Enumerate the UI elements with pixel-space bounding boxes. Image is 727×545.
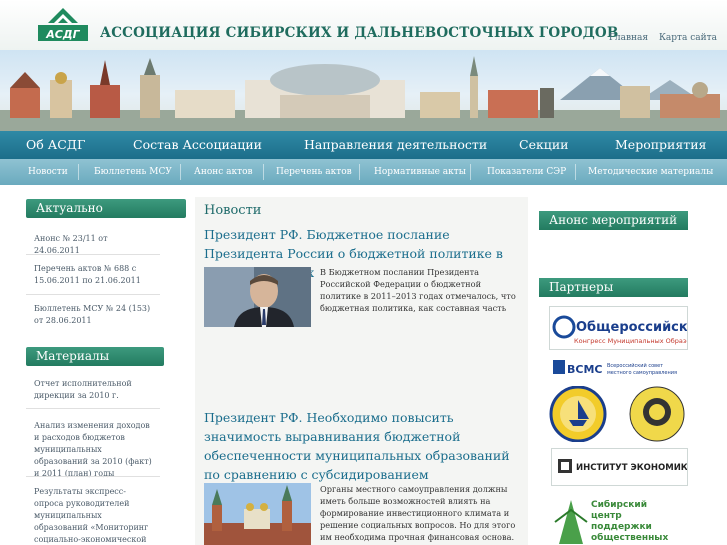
partner-iue-logo[interactable]: ИНСТИТУТ ЭКОНОМИКИ ГОРОДА (551, 448, 688, 486)
svg-text:Сибирский: Сибирский (591, 499, 647, 510)
materials-heading: Материалы (26, 347, 164, 366)
top-links: Главная Карта сайта (601, 33, 717, 43)
menu-members[interactable]: Состав Ассоциации (133, 131, 262, 159)
article-text-continued (204, 314, 524, 386)
sitemap-link[interactable]: Карта сайта (659, 33, 717, 43)
article-title[interactable]: Президент РФ. Необходимо повысить значим… (204, 408, 524, 484)
divider (26, 476, 160, 477)
menu-events[interactable]: Мероприятия (615, 131, 706, 159)
siberian-center-logo-image: Сибирский центр поддержки общественных (554, 499, 668, 544)
submenu-ser-indicators[interactable]: Показатели СЭР (487, 159, 566, 185)
svg-text:ВСМС: ВСМС (567, 363, 602, 376)
kremlin-image (204, 483, 311, 545)
sub-menu: Новости Бюллетень МСУ Анонс актов Перече… (0, 159, 727, 185)
submenu-divider (263, 164, 264, 180)
divider (26, 294, 160, 295)
partner-emblem-2[interactable] (628, 386, 686, 442)
submenu-normative-acts[interactable]: Нормативные акты (374, 159, 466, 185)
menu-directions[interactable]: Направления деятельности (304, 131, 487, 159)
okmo-logo-image: Общероссийский Конгресс Муниципальных Об… (552, 315, 688, 345)
news-panel: Новости Президент РФ. Бюджетное послание… (195, 197, 528, 545)
divider (26, 254, 160, 255)
submenu-methodical[interactable]: Методические материалы (588, 159, 713, 185)
submenu-acts-announce[interactable]: Анонс актов (194, 159, 253, 185)
menu-about[interactable]: Об АСДГ (26, 131, 85, 159)
submenu-divider (78, 164, 79, 180)
news-heading: Новости (204, 203, 262, 218)
svg-text:Конгресс Муниципальных Образов: Конгресс Муниципальных Образований (574, 337, 688, 345)
submenu-divider (359, 164, 360, 180)
svg-text:центр: центр (591, 511, 622, 521)
site-header: АСДГ АССОЦИАЦИЯ СИБИРСКИХ И ДАЛЬНЕВОСТОЧ… (0, 0, 727, 50)
actual-item[interactable]: Бюллетень МСУ № 24 (153) от 28.06.2011 (34, 303, 159, 327)
submenu-divider (470, 164, 471, 180)
article-text: Органы местного самоуправления должны им… (320, 484, 516, 545)
materials-item[interactable]: Отчет исполнительной дирекции за 2010 г. (34, 378, 154, 402)
divider (26, 408, 160, 409)
actual-heading: Актуально (26, 199, 186, 218)
submenu-acts-list[interactable]: Перечень актов (276, 159, 352, 185)
svg-text:поддержки: поддержки (591, 522, 652, 532)
asdg-logo[interactable]: АСДГ (34, 6, 92, 46)
partners-heading: Партнеры (539, 278, 688, 297)
union-emblem-image (629, 386, 685, 442)
partner-okmo-logo[interactable]: Общероссийский Конгресс Муниципальных Об… (549, 306, 688, 350)
partner-vsms-logo[interactable]: ВСМС Всероссийский совет местного самоуп… (549, 356, 688, 380)
city-banner (0, 50, 727, 131)
iue-logo-image: ИНСТИТУТ ЭКОНОМИКИ ГОРОДА (558, 459, 688, 473)
vsms-logo-image: ВСМС Всероссийский совет местного самоуп… (553, 360, 677, 376)
submenu-news[interactable]: Новости (28, 159, 68, 185)
ship-emblem-image (549, 386, 607, 442)
menu-sections[interactable]: Секции (519, 131, 568, 159)
article-photo[interactable] (204, 483, 311, 545)
svg-text:ИНСТИТУТ ЭКОНОМИКИ ГОРОДА: ИНСТИТУТ ЭКОНОМИКИ ГОРОДА (576, 463, 688, 473)
article-text: В Бюджетном послании Президента Российск… (320, 267, 516, 313)
svg-text:АСДГ: АСДГ (45, 28, 80, 41)
article-text-wrap: В Бюджетном послании Президента Российск… (320, 266, 524, 314)
submenu-divider (575, 164, 576, 180)
svg-text:общественных: общественных (591, 532, 668, 543)
main-menu: Об АСДГ Состав Ассоциации Направления де… (0, 131, 727, 159)
home-link[interactable]: Главная (609, 33, 648, 43)
svg-text:местного самоуправления: местного самоуправления (607, 370, 677, 376)
actual-item[interactable]: Перечень актов № 688 с 15.06.2011 по 21.… (34, 263, 159, 287)
city-panorama-image (0, 56, 727, 131)
events-announce-heading: Анонс мероприятий (539, 211, 688, 230)
materials-item[interactable]: Результаты экспресс-опроса руководителей… (34, 486, 154, 545)
partner-emblem-1[interactable] (549, 386, 607, 442)
svg-text:Общероссийский: Общероссийский (576, 320, 688, 335)
site-title: АССОЦИАЦИЯ СИБИРСКИХ И ДАЛЬНЕВОСТОЧНЫХ Г… (100, 25, 619, 41)
materials-item[interactable]: Анализ изменения доходов и расходов бюдж… (34, 420, 154, 480)
submenu-bulletin[interactable]: Бюллетень МСУ (94, 159, 172, 185)
svg-text:Всероссийский совет: Всероссийский совет (607, 362, 663, 369)
submenu-divider (180, 164, 181, 180)
partner-siberian-center-logo[interactable]: Сибирский центр поддержки общественных (551, 492, 688, 545)
article-text-wrap: Органы местного самоуправления должны им… (320, 483, 524, 545)
